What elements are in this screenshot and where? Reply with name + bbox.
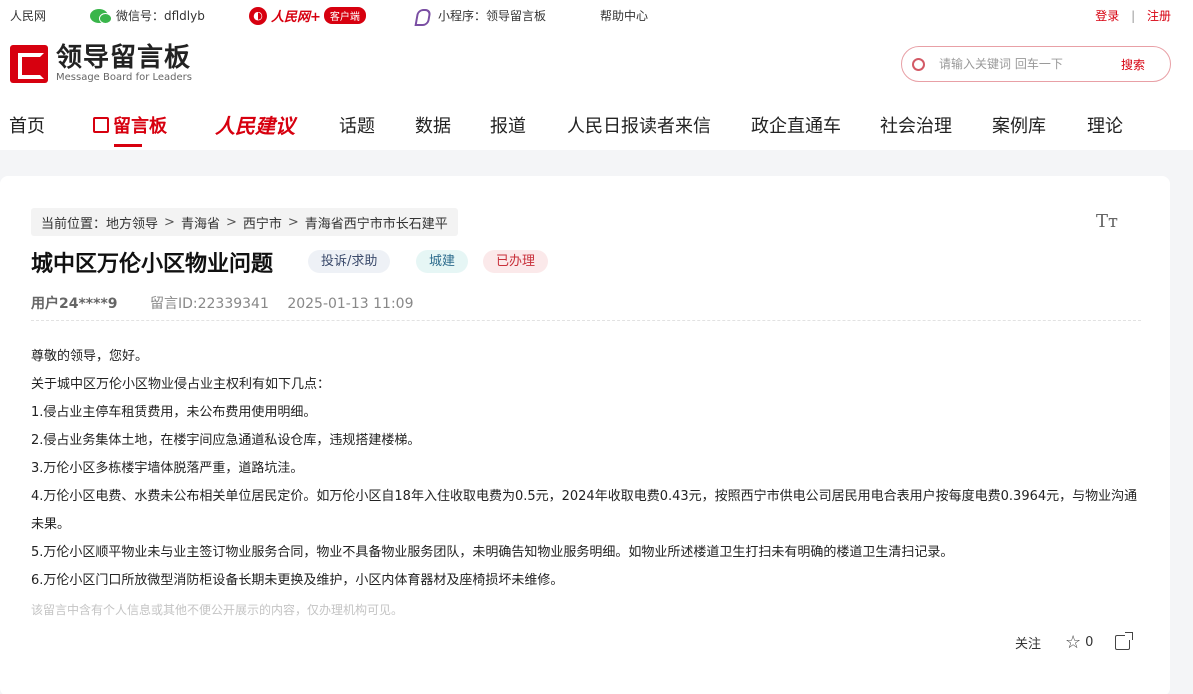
site-logo[interactable]: 领导留言板 Message Board for Leaders [10,44,192,84]
body-paragraph: 1.侵占业主停车租赁费用，未公布费用使用明细。 [31,405,317,420]
rmw-logo-icon: ◐ [249,6,267,25]
edit-icon [93,117,109,133]
body-paragraph: 3.万伦小区多栋楼宇墙体脱落严重，道路坑洼。 [31,461,304,476]
follow-button[interactable]: 关注 [1015,633,1041,652]
post-actions: 关注 ☆ 0 [1015,632,1134,653]
like-count: 0 [1085,635,1094,650]
breadcrumb-prefix: 当前位置： [41,216,107,232]
wechat-info[interactable]: 微信号：dfldlyb [90,7,205,24]
logo-en: Message Board for Leaders [56,72,193,83]
body-paragraph: 4.万伦小区电费、水费未公布相关单位居民定价。如万伦小区自18年入住收取电费为0… [31,489,1138,532]
type-tag: 投诉/求助 [308,250,391,273]
logo-mark-icon [10,45,48,83]
client-badge: 客户端 [323,7,366,24]
wechat-label: 微信号：dfldlyb [116,9,205,23]
nav-reader-letters[interactable]: 人民日报读者来信 [567,112,711,138]
breadcrumb-item[interactable]: 地方领导 [106,213,158,232]
breadcrumb-separator: > [225,214,237,230]
search-input[interactable] [939,57,1109,71]
nav-message-board-label: 留言板 [113,116,167,137]
miniprogram-label: 小程序：领导留言板 [438,9,547,23]
body-paragraph: 6.万伦小区门口所放微型消防柜设备长期未更换及维护，小区内体育器材及座椅损坏未维… [31,573,564,588]
nav-gov-enterprise[interactable]: 政企直通车 [751,112,841,138]
breadcrumb-item[interactable]: 西宁市 [243,213,282,232]
site-header: 领导留言板 Message Board for Leaders 搜索 首页 留言… [0,30,1193,150]
body-paragraph: 关于城中区万伦小区物业侵占业主权利有如下几点： [31,377,331,392]
rmw-plus-label: 人民网+ [271,10,321,25]
search-box: 搜索 [901,46,1171,82]
auth-separator: | [1131,9,1136,23]
nav-data[interactable]: 数据 [415,112,451,138]
renminwang-link[interactable]: 人民网 [10,7,46,24]
nav-reports[interactable]: 报道 [490,112,526,138]
auth-links: 登录 | 注册 [1095,7,1171,24]
star-icon[interactable]: ☆ [1065,632,1081,653]
top-bar: 人民网 微信号：dfldlyb ◐ 人民网+ 客户端 小程序：领导留言板 帮助中… [0,0,1193,30]
message-card: 当前位置： 地方领导 > 青海省 > 西宁市 > 青海省西宁市市长石建平 Tт … [0,176,1170,694]
breadcrumb-item[interactable]: 青海省 [181,213,220,232]
share-icon[interactable] [1115,632,1134,650]
post-author: 用户24****9 [31,296,118,312]
nav-theory[interactable]: 理论 [1087,112,1123,138]
category-tag: 城建 [416,250,469,273]
post-meta: 用户24****9 留言ID:22339341 2025-01-13 11:09 [31,293,413,313]
logo-text: 领导留言板 Message Board for Leaders [56,44,192,84]
help-center-link[interactable]: 帮助中心 [600,7,648,24]
login-link[interactable]: 登录 [1095,9,1119,23]
nav-topics[interactable]: 话题 [339,112,375,138]
divider [31,320,1141,321]
status-badge: 已办理 [483,250,549,273]
body-paragraph: 2.侵占业务集体土地，在楼宇间应急通道私设仓库，违规搭建楼梯。 [31,433,421,448]
breadcrumb-separator: > [164,214,175,230]
nav-message-board[interactable]: 留言板 [93,112,167,138]
miniprogram-icon [414,8,428,24]
nav-home[interactable]: 首页 [9,112,45,138]
nav-people-suggestion[interactable]: 人民建议 [215,110,295,139]
post-body: 尊敬的领导，您好。 关于城中区万伦小区物业侵占业主权利有如下几点： 1.侵占业主… [31,343,1141,595]
search-button[interactable]: 搜索 [1121,56,1145,73]
body-paragraph: 5.万伦小区顺平物业未与业主签订物业服务合同，物业不具备物业服务团队，未明确告知… [31,545,954,560]
privacy-notice: 该留言中含有个人信息或其他不便公开展示的内容，仅办理机构可见。 [31,603,404,617]
register-link[interactable]: 注册 [1147,9,1171,23]
search-icon [912,57,925,71]
message-id: 留言ID:22339341 [149,296,269,312]
breadcrumb: 当前位置： 地方领导 > 青海省 > 西宁市 > 青海省西宁市市长石建平 [31,208,458,236]
miniprogram-link[interactable]: 小程序：领导留言板 [414,7,546,24]
main-nav: 首页 留言板 人民建议 话题 数据 报道 人民日报读者来信 政企直通车 社会治理… [0,106,1193,150]
post-title: 城中区万伦小区物业问题 [31,252,274,277]
nav-case-library[interactable]: 案例库 [992,112,1046,138]
post-datetime: 2025-01-13 11:09 [287,296,414,312]
font-size-icon[interactable]: Tт [1096,211,1118,232]
breadcrumb-separator: > [287,214,299,230]
rmw-plus-app-link[interactable]: ◐ 人民网+ 客户端 [249,6,366,25]
logo-cn: 领导留言板 [56,43,192,73]
nav-social-governance[interactable]: 社会治理 [880,112,952,138]
body-paragraph: 尊敬的领导，您好。 [31,349,149,364]
wechat-icon [90,8,112,24]
nav-active-indicator [114,144,142,147]
breadcrumb-item[interactable]: 青海省西宁市市长石建平 [305,213,448,232]
